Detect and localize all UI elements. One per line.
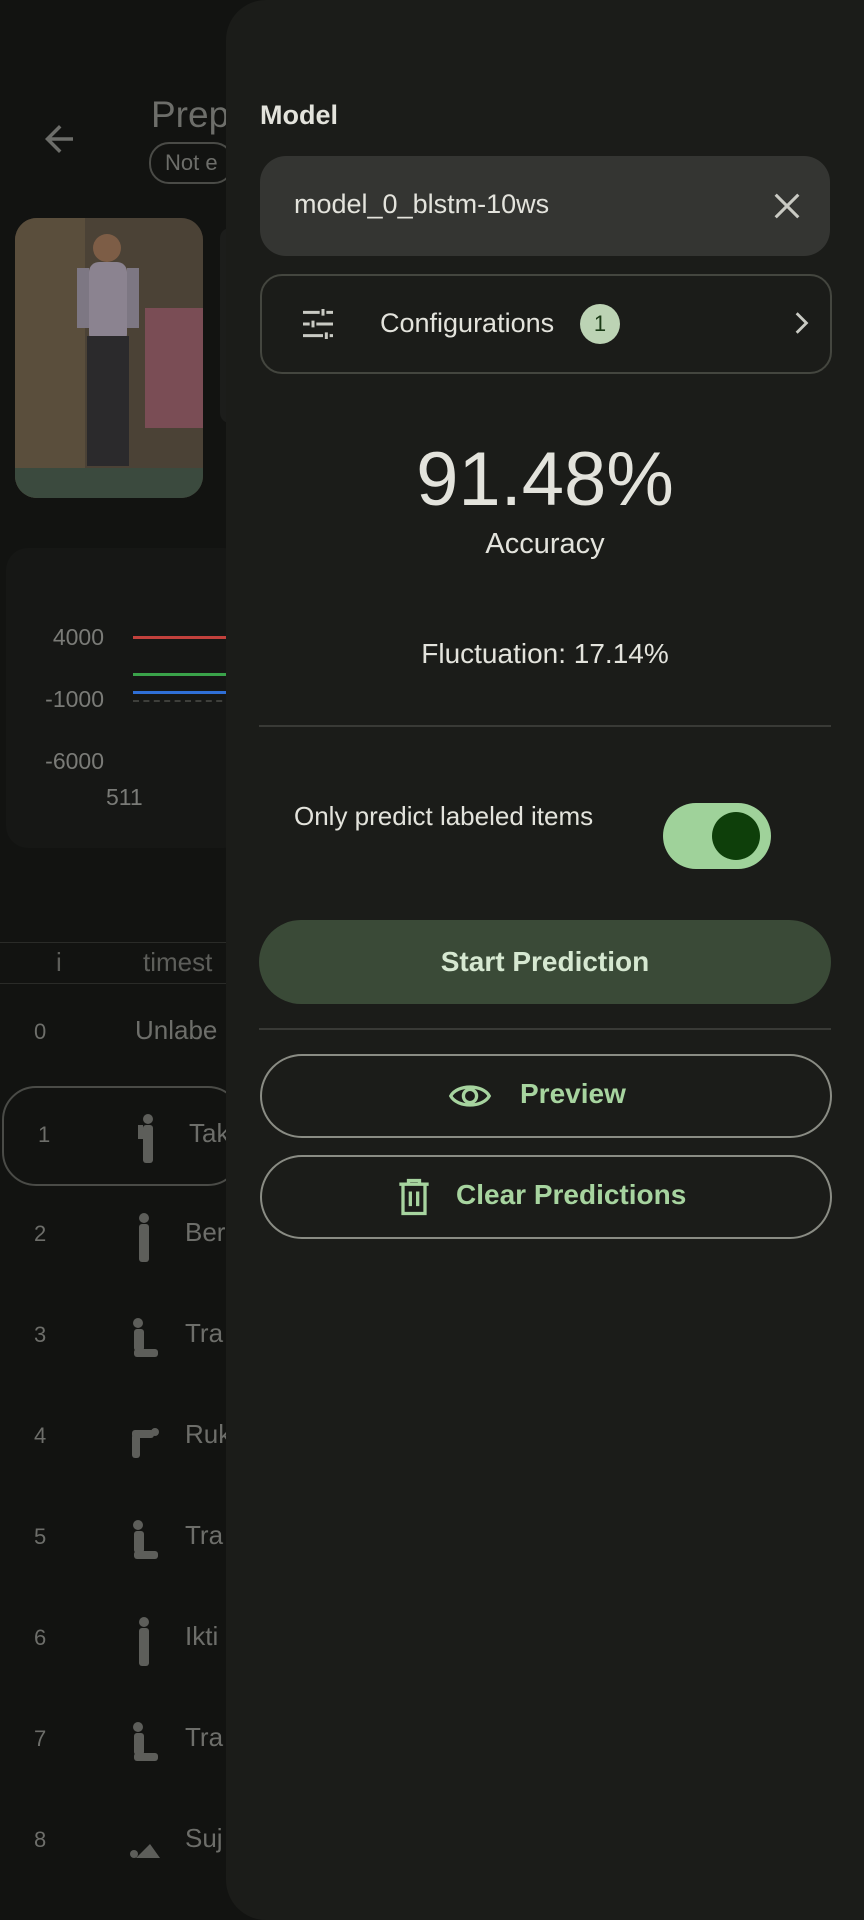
row-label: Tra — [185, 1318, 224, 1348]
y-tick-label: -1000 — [45, 686, 104, 712]
table-row[interactable]: 6 Ikti — [0, 1591, 240, 1691]
row-index: 0 — [34, 1019, 47, 1044]
x-tick-label: 511 — [106, 784, 143, 810]
model-name: model_0_blstm-10ws — [294, 189, 550, 219]
table-row[interactable]: 1 Tak — [2, 1086, 242, 1186]
divider — [259, 725, 831, 727]
eye-icon — [448, 1085, 492, 1107]
model-section-title: Model — [260, 100, 338, 130]
row-label: Ruk — [185, 1419, 232, 1449]
prostrating-pose-icon — [130, 1844, 160, 1858]
prediction-side-sheet: Model model_0_blstm-10ws Configurations … — [226, 0, 864, 1920]
tune-sliders-icon — [303, 309, 333, 339]
fluctuation-text: Fluctuation: 17.14% — [421, 638, 669, 669]
accuracy-value: 91.48% — [416, 437, 674, 522]
y-tick-label: 4000 — [52, 624, 104, 650]
configurations-label: Configurations — [380, 308, 555, 338]
trash-icon — [399, 1178, 429, 1216]
table-row[interactable]: 4 Ruk — [0, 1389, 240, 1489]
video-thumbnail[interactable] — [15, 218, 203, 498]
standing-pose-icon — [139, 1617, 149, 1666]
clear-predictions-label: Clear Predictions — [456, 1179, 687, 1210]
row-label: Tra — [185, 1722, 224, 1752]
chevron-right-icon — [795, 312, 809, 334]
toggle-knob — [712, 812, 760, 860]
row-label: Tak — [189, 1118, 230, 1148]
table-header: i timest — [0, 942, 240, 984]
clear-predictions-button[interactable]: Clear Predictions — [260, 1155, 832, 1239]
table-row[interactable]: 3 Tra — [0, 1288, 240, 1388]
standing-pose-icon — [138, 1114, 153, 1163]
configurations-button[interactable]: Configurations 1 — [260, 274, 832, 374]
table-row[interactable]: 8 Suj — [0, 1793, 240, 1893]
row-label: Ikti — [185, 1621, 219, 1651]
accuracy-label: Accuracy — [485, 528, 605, 560]
row-label: Tra — [185, 1520, 224, 1550]
sitting-pose-icon — [133, 1520, 158, 1559]
row-index: 5 — [34, 1524, 47, 1549]
only-labeled-toggle[interactable] — [663, 803, 771, 869]
sensor-chart-card: 4000 -1000 -6000 511 — [6, 548, 246, 848]
row-label: Suj — [185, 1823, 223, 1853]
y-tick-label: -6000 — [45, 748, 104, 774]
back-arrow-icon[interactable] — [38, 118, 80, 160]
table-row[interactable]: 2 Ber — [0, 1187, 240, 1287]
row-index: 2 — [34, 1221, 47, 1246]
bowing-pose-icon — [132, 1428, 159, 1458]
only-labeled-label: Only predict labeled items — [294, 801, 594, 831]
row-label: Unlabe — [135, 1015, 218, 1045]
configurations-count-badge: 1 — [580, 304, 620, 344]
column-header-i: i — [56, 947, 62, 977]
row-index: 7 — [34, 1726, 47, 1751]
row-index: 6 — [34, 1625, 47, 1650]
row-index: 8 — [34, 1827, 47, 1852]
column-header-timestamp[interactable]: timest — [143, 947, 212, 978]
row-index: 4 — [34, 1423, 47, 1448]
table-row[interactable]: 7 Tra — [0, 1692, 240, 1792]
person-photo — [15, 218, 203, 498]
row-label: Ber — [185, 1217, 226, 1247]
divider — [259, 1028, 831, 1030]
status-chip: Not e — [149, 142, 234, 184]
start-prediction-button[interactable]: Start Prediction — [259, 920, 831, 1004]
standing-pose-icon — [139, 1213, 149, 1262]
close-icon[interactable] — [770, 189, 804, 223]
table-row[interactable]: 0 Unlabe — [0, 985, 240, 1085]
preview-label: Preview — [520, 1078, 626, 1109]
sitting-pose-icon — [133, 1722, 158, 1761]
sitting-pose-icon — [133, 1318, 158, 1357]
model-selector[interactable]: model_0_blstm-10ws — [260, 156, 830, 256]
row-index: 3 — [34, 1322, 47, 1347]
page-title: Prep — [151, 94, 230, 135]
table-row[interactable]: 5 Tra — [0, 1490, 240, 1590]
row-index: 1 — [38, 1122, 51, 1147]
preview-button[interactable]: Preview — [260, 1054, 832, 1138]
